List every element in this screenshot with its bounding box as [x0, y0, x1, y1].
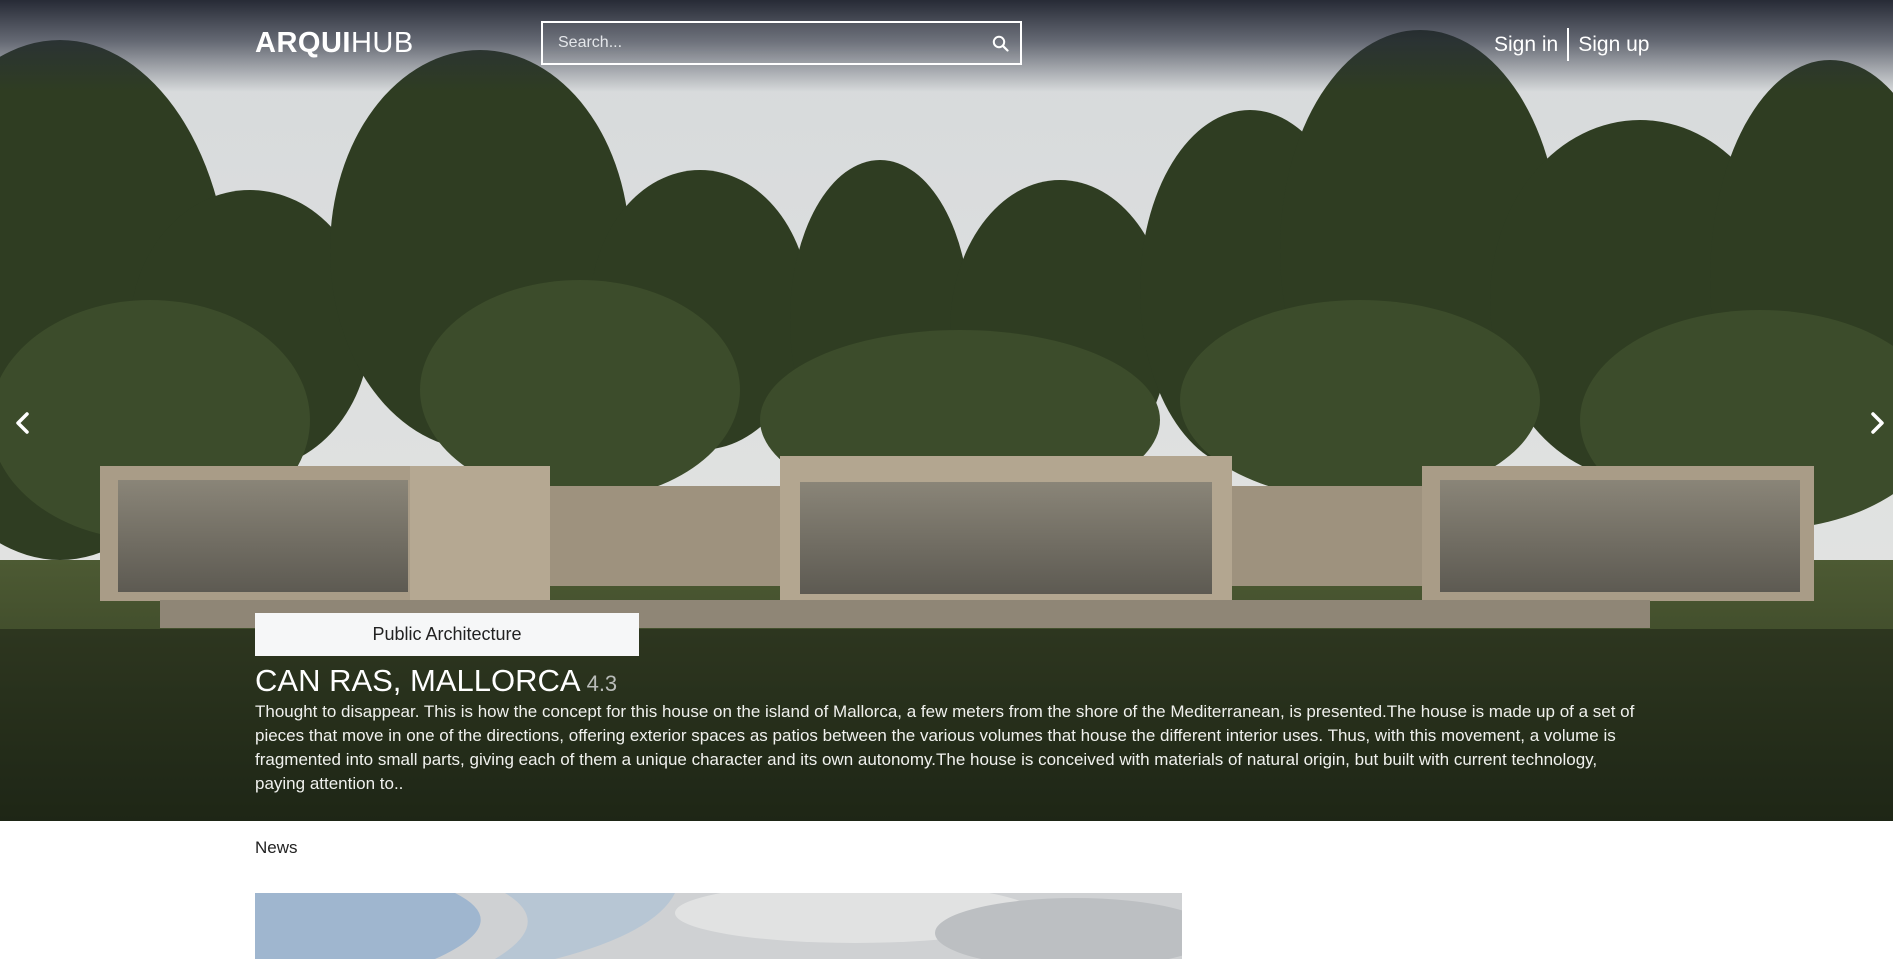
search-input[interactable]	[543, 23, 980, 63]
project-title[interactable]: CAN RAS, MALLORCA 4.3	[255, 663, 617, 699]
chevron-right-icon[interactable]	[1862, 408, 1892, 438]
auth-divider	[1567, 28, 1570, 61]
project-name: CAN RAS, MALLORCA	[255, 663, 581, 698]
news-image	[255, 893, 1182, 959]
project-rating: 4.3	[586, 671, 618, 696]
logo[interactable]: ARQUIHUB	[255, 27, 414, 60]
sign-in-link[interactable]: Sign in	[1494, 33, 1558, 57]
section-heading-news: News	[255, 838, 298, 857]
sign-up-link[interactable]: Sign up	[1578, 33, 1649, 57]
project-description: Thought to disappear. This is how the co…	[255, 702, 1635, 793]
hero-carousel: ARQUIHUB Sign in Sign up Public Architec…	[0, 0, 1893, 821]
search-icon[interactable]	[980, 23, 1020, 63]
logo-bold-text: ARQUI	[255, 27, 351, 59]
news-thumbnail[interactable]	[255, 893, 1182, 959]
search-box	[541, 21, 1022, 65]
logo-light-text: HUB	[350, 27, 414, 59]
chevron-left-icon[interactable]	[8, 408, 38, 438]
auth-links: Sign in Sign up	[1494, 28, 1649, 61]
category-tag[interactable]: Public Architecture	[255, 613, 639, 656]
